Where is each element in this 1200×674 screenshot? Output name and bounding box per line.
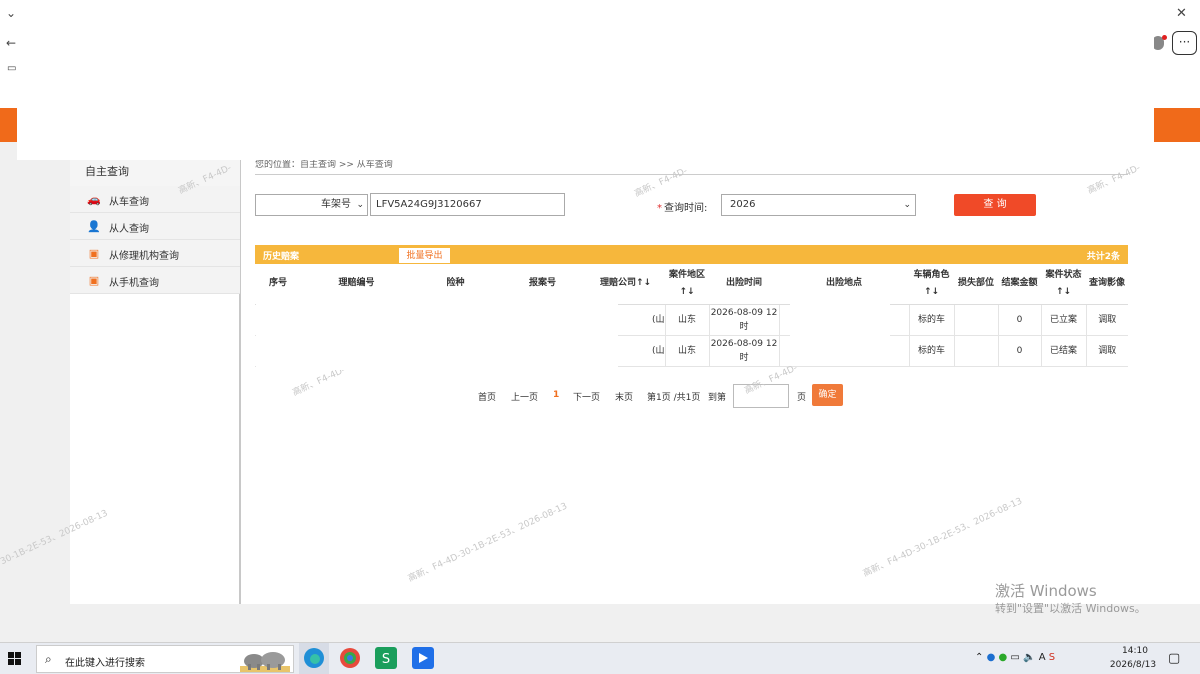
cell-amount: 0 <box>998 304 1042 336</box>
query-time-label-text: 查询时间: <box>664 203 708 214</box>
activate-windows-title: 激活 Windows <box>995 582 1097 600</box>
cell-time: 2026-08-09 12时 <box>709 304 780 336</box>
back-arrow-icon[interactable]: ← <box>6 36 16 50</box>
activate-windows-hint: 转到"设置"以激活 Windows。 <box>995 602 1146 615</box>
notification-dot <box>1162 35 1167 40</box>
notification-center-icon[interactable]: ▢ <box>1168 651 1180 666</box>
col-header-image: 查询影像 <box>1086 264 1128 305</box>
page-unit-label: 页 <box>797 393 807 403</box>
chevron-up-icon[interactable]: ⌃ <box>975 652 983 663</box>
col-header-accident-time: 出险时间 <box>709 264 779 305</box>
col-header-accident-location: 出险地点 <box>779 264 909 305</box>
phone-icon: ▣ <box>88 274 100 287</box>
sidebar: 自主查询 🚗 从车查询 👤 从人查询 ▣ 从修理机构查询 ▣ 从手机查询 <box>70 155 241 604</box>
cell-amount: 0 <box>998 335 1042 367</box>
cell-loss <box>954 304 999 336</box>
wechat-icon[interactable]: ● <box>999 652 1008 663</box>
first-page-link[interactable]: 首页 <box>478 390 496 403</box>
chevron-down-icon[interactable]: ⌄ <box>6 6 16 20</box>
required-star-icon: * <box>657 203 662 214</box>
cell-region: 山东 <box>665 335 710 367</box>
sidebar-title: 自主查询 <box>85 165 129 178</box>
prev-page-link[interactable]: 上一页 <box>511 390 538 403</box>
goto-label: 到第 <box>708 393 727 403</box>
goto-page-button[interactable]: 确定 <box>812 384 843 406</box>
clock-date[interactable]: 2026/8/13 <box>1102 660 1164 670</box>
col-header-region[interactable]: 案件地区↑↓ <box>665 264 709 305</box>
cell-status: 已结案 <box>1041 335 1087 367</box>
volume-icon[interactable]: 🔈 <box>1023 652 1035 663</box>
feishu-icon[interactable] <box>411 646 435 670</box>
browser-app-icon[interactable] <box>338 646 362 670</box>
current-page: 1 <box>553 390 560 400</box>
cell-role: 标的车 <box>909 335 955 367</box>
total-count: 共计2条 <box>1086 252 1120 262</box>
redacted-area <box>17 2 1154 160</box>
divider <box>255 174 1128 175</box>
svg-text:S: S <box>382 652 390 667</box>
col-header-status[interactable]: 案件状态↑↓ <box>1041 264 1086 305</box>
sidebar-item-person-query[interactable]: 👤 从人查询 <box>70 213 240 240</box>
sidebar-item-phone-query[interactable]: ▣ 从手机查询 <box>70 267 240 294</box>
sidebar-item-label: 从修理机构查询 <box>109 251 179 262</box>
elephant-search-highlight-icon <box>240 652 290 672</box>
col-header-vehicle-role[interactable]: 车辆角色↑↓ <box>909 264 954 305</box>
year-value: 2026 <box>730 199 756 210</box>
edge-icon[interactable] <box>302 646 326 670</box>
fetch-image-link[interactable]: 调取 <box>1086 335 1128 367</box>
building-icon: ▣ <box>88 247 100 260</box>
cell-role: 标的车 <box>909 304 955 336</box>
car-icon: 🚗 <box>87 193 101 206</box>
taskbar-search-placeholder: 在此键入进行搜索 <box>65 658 145 669</box>
query-time-label: * 查询时间: <box>657 199 707 214</box>
cell-loss <box>954 335 999 367</box>
chevron-down-icon: ⌄ <box>903 200 911 210</box>
search-type-value: 车架号 <box>321 199 351 210</box>
sogou-ime-icon[interactable]: S <box>1049 652 1055 663</box>
person-icon: 👤 <box>87 220 101 233</box>
network-icon[interactable]: ▭ <box>1010 652 1019 663</box>
redacted-area <box>790 303 890 365</box>
last-page-link[interactable]: 末页 <box>615 390 633 403</box>
year-select[interactable]: 2026 ⌄ <box>721 194 916 216</box>
page-info: 第1页 /共1页 <box>647 393 701 403</box>
sidebar-item-label: 从手机查询 <box>109 278 159 289</box>
more-menu-button[interactable]: ··· <box>1172 31 1197 55</box>
wps-sheet-icon[interactable]: S <box>374 646 398 670</box>
chevron-down-icon: ⌄ <box>356 200 364 210</box>
history-claims-panel-header: 历史赔案 批量导出 共计2条 <box>255 245 1128 264</box>
ellipsis-icon: ··· <box>1178 35 1191 49</box>
col-header-loss-part: 损失部位 <box>954 264 998 305</box>
search-type-select[interactable]: 车架号 ⌄ <box>255 194 368 216</box>
fetch-image-link[interactable]: 调取 <box>1086 304 1128 336</box>
redacted-area <box>256 296 618 370</box>
panel-title: 历史赔案 <box>263 252 300 262</box>
ime-indicator[interactable]: A <box>1039 652 1046 663</box>
cell-status: 已立案 <box>1041 304 1087 336</box>
col-header-amount: 结案金额 <box>998 264 1041 305</box>
query-button[interactable]: 查 询 <box>954 194 1036 216</box>
vin-input[interactable]: LFV5A24G9J3120667 <box>370 193 565 216</box>
reader-icon[interactable]: ▭ <box>7 63 16 74</box>
sidebar-item-repair-query[interactable]: ▣ 从修理机构查询 <box>70 240 240 267</box>
sidebar-item-label: 从车查询 <box>109 197 149 208</box>
batch-export-button[interactable]: 批量导出 <box>398 247 451 264</box>
close-icon[interactable]: ✕ <box>1176 6 1187 21</box>
cell-region: 山东 <box>665 304 710 336</box>
sidebar-item-car-query[interactable]: 🚗 从车查询 <box>70 186 240 213</box>
next-page-link[interactable]: 下一页 <box>573 390 600 403</box>
search-icon: ⌕ <box>45 652 52 666</box>
sidebar-item-label: 从人查询 <box>109 224 149 235</box>
system-tray: ⌃ ● ● ▭ 🔈 A S <box>975 652 1055 663</box>
clock-time[interactable]: 14:10 <box>1110 646 1160 656</box>
windows-start-icon[interactable] <box>8 652 22 666</box>
security-app-icon[interactable]: ● <box>987 652 996 663</box>
cell-time: 2026-08-09 12时 <box>709 335 780 367</box>
